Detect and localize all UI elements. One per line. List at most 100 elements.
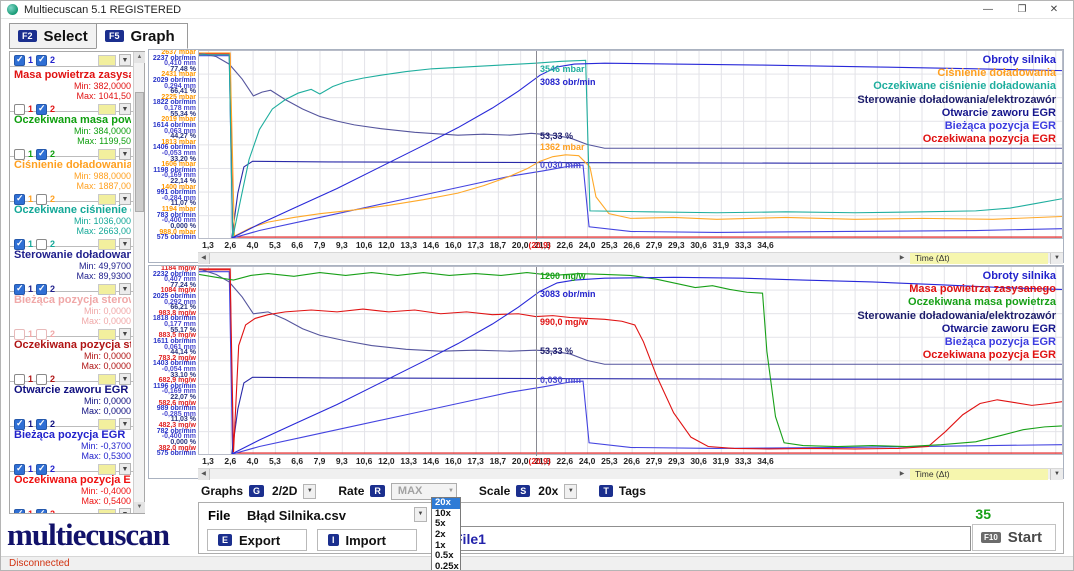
time-scrollbar[interactable]: ◀▶Time (Δt)▼ — [198, 468, 1063, 479]
scroll-down-icon[interactable]: ▼ — [134, 502, 145, 513]
channel-2-checkbox[interactable] — [36, 194, 47, 205]
file-combo-dropdown-icon[interactable]: ▼ — [414, 507, 427, 522]
cursor-value-annotation: 1362 mbar — [540, 142, 585, 152]
scale-value[interactable]: 20x — [538, 484, 558, 498]
import-key-badge: I — [328, 534, 339, 546]
scroll-left-icon[interactable]: ◀ — [198, 469, 210, 480]
parameter-max: Max: 0,5400 — [14, 496, 131, 506]
x-tick-label: 5,3 — [269, 456, 281, 466]
scale-dropdown-list: 20x10x5x2x1x0.5x0.25x — [431, 497, 461, 571]
rate-dropdown-icon: ▼ — [448, 488, 454, 494]
tab-graph[interactable]: F5 Graph — [96, 23, 188, 49]
channel-1-checkbox[interactable] — [14, 419, 25, 430]
plot-area[interactable]: Obroty silnikaMasa powietrza zasysanegoO… — [198, 266, 1063, 455]
start-button[interactable]: F10 Start — [972, 524, 1056, 551]
plot-area[interactable]: Obroty silnikaCiśnienie doładowaniaOczek… — [198, 50, 1063, 239]
parameter-name: Oczekiwana pozycja EGR — [14, 474, 131, 486]
series-color-combo[interactable] — [98, 464, 116, 475]
parameter-item: Bieżąca pozycja EGRMin: -0,3700Max: 0,53… — [10, 427, 134, 472]
x-tick-label: 10,6 — [356, 456, 373, 466]
channel-2-checkbox[interactable] — [36, 509, 47, 514]
channel-2-checkbox[interactable] — [36, 55, 47, 66]
graphs-mode-dropdown-icon[interactable]: ▼ — [303, 484, 316, 499]
scale-option-0.25x[interactable]: 0.25x — [432, 562, 460, 571]
channel-1-label: 1 — [28, 55, 33, 65]
channel-2-label: 2 — [50, 284, 55, 294]
tags-key-badge: T — [599, 485, 613, 497]
time-axis-dropdown-icon[interactable]: ▼ — [1050, 253, 1063, 264]
channel-1-label: 1 — [28, 194, 33, 204]
filename-input[interactable] — [447, 526, 971, 551]
channel-1-label: 1 — [28, 239, 33, 249]
start-label: Start — [1008, 529, 1042, 546]
channel-2-checkbox[interactable] — [36, 464, 47, 475]
scale-dropdown-icon[interactable]: ▼ — [564, 484, 577, 499]
parameter-min: Min: -0,3700 — [14, 441, 131, 451]
parameter-min: Min: 0,0000 — [14, 351, 131, 361]
channel-2-checkbox[interactable] — [36, 239, 47, 250]
channel-1-checkbox[interactable] — [14, 194, 25, 205]
legend-entry: Otwarcie zaworu EGR — [857, 107, 1056, 120]
tab-select[interactable]: F2 Select — [9, 23, 101, 49]
channel-1-checkbox[interactable] — [14, 149, 25, 160]
export-button[interactable]: E Export — [207, 529, 307, 551]
series-color-combo[interactable] — [98, 374, 116, 385]
x-tick-label: 1,3 — [202, 456, 214, 466]
series-color-combo[interactable] — [98, 104, 116, 115]
scroll-left-icon[interactable]: ◀ — [198, 253, 210, 264]
channel-1-checkbox[interactable] — [14, 374, 25, 385]
file-combo-value[interactable]: Błąd Silnika.csv — [247, 508, 346, 523]
scroll-right-icon[interactable]: ▶ — [896, 253, 908, 264]
parameter-min: Min: 0,0000 — [14, 396, 131, 406]
parameter-name: Bieżąca pozycja EGR — [14, 429, 131, 441]
series-color-dropdown-icon[interactable]: ▼ — [119, 508, 131, 513]
series-color-combo[interactable] — [98, 284, 116, 295]
series-color-combo[interactable] — [98, 194, 116, 205]
scrollbar-thumb[interactable] — [135, 92, 144, 212]
series-color-dropdown-icon[interactable]: ▼ — [119, 54, 131, 66]
channel-2-checkbox[interactable] — [36, 284, 47, 295]
channel-2-checkbox[interactable] — [36, 104, 47, 115]
scroll-up-icon[interactable]: ▲ — [134, 52, 145, 63]
legend-entry: Oczekiwana masa powietrza — [857, 296, 1056, 309]
import-button[interactable]: I Import — [317, 529, 417, 551]
channel-2-checkbox[interactable] — [36, 374, 47, 385]
close-icon[interactable]: ✕ — [1039, 2, 1069, 18]
channel-1-label: 1 — [28, 464, 33, 474]
legend-entry: Oczekiwane ciśnienie doładowania — [857, 80, 1056, 93]
legend-entry: Sterowanie doładowania/elektrozawór — [857, 94, 1056, 107]
channel-1-checkbox[interactable] — [14, 464, 25, 475]
series-color-combo[interactable] — [98, 509, 116, 514]
channel-2-checkbox[interactable] — [36, 419, 47, 430]
channel-2-checkbox[interactable] — [36, 149, 47, 160]
channel-2-checkbox[interactable] — [36, 329, 47, 340]
cursor-value-annotation: 53,33 % — [540, 346, 573, 356]
series-otwarcie-zaworu-egr — [232, 161, 1062, 238]
channel-1-checkbox[interactable] — [14, 329, 25, 340]
tags-label[interactable]: Tags — [619, 484, 646, 498]
maximize-icon[interactable]: ❐ — [1007, 2, 1037, 18]
time-axis-dropdown-icon[interactable]: ▼ — [1050, 469, 1063, 480]
series-color-combo[interactable] — [98, 239, 116, 250]
channel-1-checkbox[interactable] — [14, 239, 25, 250]
scroll-right-icon[interactable]: ▶ — [896, 469, 908, 480]
channel-1-checkbox[interactable] — [14, 104, 25, 115]
import-label: Import — [346, 533, 386, 548]
graphs-mode-value[interactable]: 2/2D — [272, 484, 297, 498]
series-color-combo[interactable] — [98, 149, 116, 160]
legend-entry: Obroty silnika — [857, 270, 1056, 283]
cursor-line[interactable] — [536, 51, 537, 240]
channel-1-checkbox[interactable] — [14, 284, 25, 295]
time-scrollbar[interactable]: ◀▶Time (Δt)▼ — [198, 252, 1063, 263]
series-color-combo[interactable] — [98, 55, 116, 66]
x-tick-label: 7,9 — [314, 240, 326, 250]
channel-1-checkbox[interactable] — [14, 509, 25, 514]
sidebar-scrollbar[interactable]: ▲ ▼ — [133, 52, 144, 513]
x-tick-label: 2,6 — [224, 240, 236, 250]
series-color-combo[interactable] — [98, 329, 116, 340]
channel-1-checkbox[interactable] — [14, 55, 25, 66]
cursor-line[interactable] — [536, 267, 537, 456]
legend-entry: Otwarcie zaworu EGR — [857, 323, 1056, 336]
minimize-icon[interactable]: — — [973, 2, 1003, 18]
series-color-combo[interactable] — [98, 419, 116, 430]
